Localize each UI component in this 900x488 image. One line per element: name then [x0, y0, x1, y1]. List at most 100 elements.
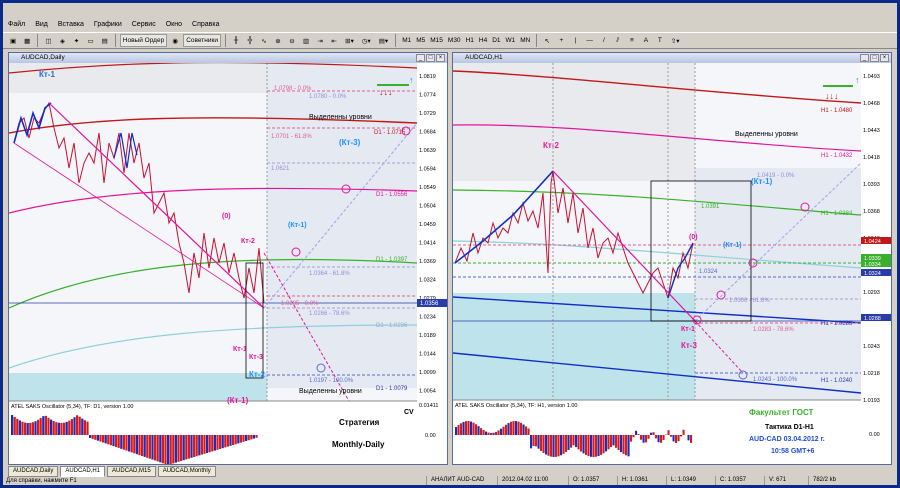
- histogram-bar: [577, 435, 580, 450]
- h1-label: H1 - 1.0480: [821, 108, 853, 114]
- histogram-bar: [13, 416, 16, 435]
- histogram-bar: [57, 422, 60, 435]
- timeframe-button[interactable]: D1: [490, 37, 502, 44]
- histogram-bar: [475, 424, 478, 435]
- menu-item[interactable]: Графики: [94, 21, 122, 28]
- candle-chart-icon[interactable]: ╬: [244, 34, 256, 47]
- new-order-button[interactable]: Новый Ордер: [119, 34, 168, 47]
- chart-window-daily[interactable]: AUDCAD,Daily _ □ × ↓↓↓ ↑ Кт-1 Кт-3 (Кт-3…: [8, 52, 448, 465]
- histogram-bar: [497, 430, 500, 435]
- levels-note: Выделенны уровни: [309, 114, 372, 121]
- histogram-bar: [600, 435, 603, 455]
- histogram-bar: [128, 435, 131, 452]
- chart-tabs: AUDCAD,Daily AUDCAD,H1 AUDCAD,M15 AUDCAD,Mo…: [8, 466, 216, 477]
- histogram-bar: [520, 422, 523, 435]
- arrows-icon[interactable]: ⇧▾: [668, 34, 683, 47]
- timeframe-button[interactable]: H4: [477, 37, 489, 44]
- histogram-bar: [510, 421, 513, 435]
- histogram-bar: [117, 435, 120, 448]
- histogram-bar: [657, 435, 660, 443]
- histogram-bar: [512, 421, 515, 435]
- line-chart-icon[interactable]: ∿: [258, 34, 270, 47]
- histogram-bar: [677, 435, 680, 442]
- histogram-bar: [540, 435, 543, 451]
- histogram-bar: [582, 435, 585, 454]
- menu-item[interactable]: Вставка: [58, 21, 84, 28]
- histogram-bar: [154, 435, 157, 461]
- timeframe-button[interactable]: M5: [414, 37, 427, 44]
- cursor-icon[interactable]: ↖: [541, 34, 553, 47]
- histogram-bar: [502, 426, 505, 435]
- histogram-bar: [530, 435, 533, 449]
- price-tick: 1.0144: [419, 352, 436, 358]
- trendline-icon[interactable]: /: [598, 34, 610, 47]
- price-chart[interactable]: ↓↓↓ ↑ Кт-2 (Кт-1) (0) (Кт-1) Кт-1 Кт-3 1…: [453, 63, 891, 464]
- price-tick: 1.0684: [419, 130, 436, 136]
- close-button[interactable]: ×: [880, 54, 889, 62]
- histogram-bar: [21, 421, 24, 435]
- histogram-bar: [455, 427, 458, 435]
- histogram-bar: [18, 420, 21, 435]
- label-icon[interactable]: T: [654, 34, 666, 47]
- histogram-bar: [552, 435, 555, 457]
- histogram-bar: [198, 435, 201, 456]
- chart-window-h1[interactable]: AUDCAD,H1 _ □ × ↓↓↓ ↑ Кт-2 (Кт-1) (0) (К…: [452, 52, 892, 465]
- terminal-icon[interactable]: ▭: [84, 34, 96, 47]
- autoscroll-icon[interactable]: ⇥: [314, 34, 326, 47]
- menu-item[interactable]: Окно: [166, 21, 182, 28]
- datetime: 2012.04.02 11:00: [497, 476, 568, 485]
- strategy-title: Стратегия: [339, 418, 380, 427]
- menu-item[interactable]: Файл: [8, 21, 25, 28]
- h1-label: H1 - 1.0288: [821, 321, 853, 327]
- horizontal-line-icon[interactable]: —: [583, 34, 596, 47]
- timeframe-button[interactable]: W1: [504, 37, 518, 44]
- maximize-button[interactable]: □: [426, 54, 435, 62]
- chart-shift-icon[interactable]: ⇤: [328, 34, 340, 47]
- histogram-bar: [632, 435, 635, 438]
- periods-icon[interactable]: ◷▾: [359, 34, 374, 47]
- market-watch-icon[interactable]: ◫: [42, 34, 54, 47]
- fibonacci-icon[interactable]: ≡: [626, 34, 638, 47]
- volume: V: 671: [764, 476, 808, 485]
- timeframe-button[interactable]: M1: [400, 37, 413, 44]
- bar-chart-icon[interactable]: ╫: [230, 34, 242, 47]
- zoom-in-icon[interactable]: ⊕: [272, 34, 284, 47]
- timeframe-button[interactable]: M15: [428, 37, 445, 44]
- histogram-bar: [467, 421, 470, 435]
- indicator-scale: 0.01411: [419, 403, 438, 409]
- minimize-button[interactable]: _: [860, 54, 869, 62]
- histogram-bar: [94, 435, 97, 440]
- menu-item[interactable]: Вид: [35, 21, 48, 28]
- timeframe-button[interactable]: MN: [518, 37, 532, 44]
- indicators-icon[interactable]: ⊞▾: [342, 34, 357, 47]
- profile-label[interactable]: АНАЛИТ AUD-CAD: [426, 476, 497, 485]
- histogram-bar: [99, 435, 102, 442]
- metaeditor-icon[interactable]: ◉: [169, 34, 181, 47]
- navigator-icon[interactable]: ✦: [70, 34, 82, 47]
- histogram-bar: [156, 435, 159, 462]
- histogram-bar: [187, 435, 190, 459]
- data-window-icon[interactable]: ◈: [56, 34, 68, 47]
- histogram-bar: [470, 421, 473, 435]
- close-button[interactable]: ×: [436, 54, 445, 62]
- maximize-button[interactable]: □: [870, 54, 879, 62]
- minimize-button[interactable]: _: [416, 54, 425, 62]
- timeframe-button[interactable]: M30: [446, 37, 463, 44]
- channel-icon[interactable]: ⫽: [612, 34, 624, 47]
- tester-icon[interactable]: ▤: [99, 34, 111, 47]
- histogram-bar: [135, 435, 138, 455]
- profiles-icon[interactable]: ▦: [21, 34, 33, 47]
- timeframe-button[interactable]: H1: [464, 37, 476, 44]
- menu-item[interactable]: Сервис: [132, 21, 156, 28]
- templates-icon[interactable]: ▤▾: [376, 34, 391, 47]
- price-chart[interactable]: ↓↓↓ ↑ Кт-1 Кт-3 (Кт-3) (0) Кт-2 (Кт-1) К…: [9, 63, 447, 464]
- histogram-bar: [630, 435, 633, 442]
- text-icon[interactable]: A: [640, 34, 652, 47]
- new-chart-icon[interactable]: ▣: [7, 34, 19, 47]
- vertical-line-icon[interactable]: |: [569, 34, 581, 47]
- expert-advisors-button[interactable]: Советники: [183, 34, 221, 47]
- zoom-out-icon[interactable]: ⊖: [286, 34, 298, 47]
- menu-item[interactable]: Справка: [192, 21, 219, 28]
- tile-windows-icon[interactable]: ▥: [300, 34, 312, 47]
- crosshair-icon[interactable]: +: [555, 34, 567, 47]
